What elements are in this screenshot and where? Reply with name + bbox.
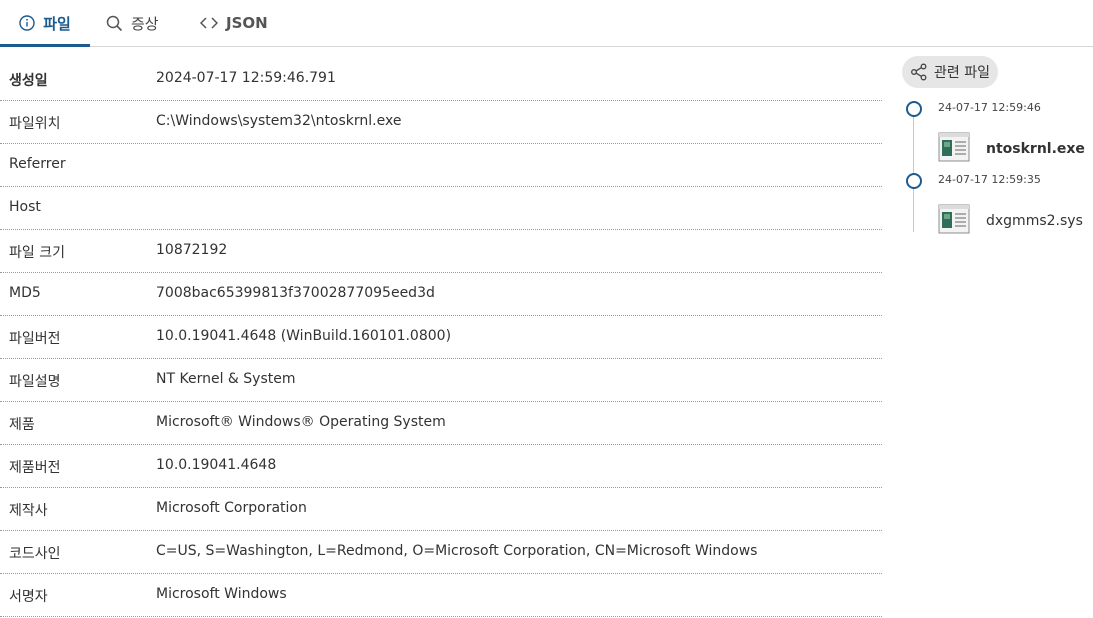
detail-value: C:\Windows\system32\ntoskrnl.exe bbox=[156, 113, 402, 129]
timeline-dot bbox=[906, 173, 922, 189]
tab-bar: 파일 증상 JSON bbox=[0, 0, 1093, 47]
related-files-button[interactable]: 관련 파일 bbox=[902, 56, 998, 88]
detail-value: Microsoft Windows bbox=[156, 586, 287, 602]
detail-value: Microsoft® Windows® Operating System bbox=[156, 414, 446, 430]
detail-label: 제작사 bbox=[9, 503, 48, 519]
detail-value: 10872192 bbox=[156, 242, 228, 258]
detail-label: 파일 크기 bbox=[9, 245, 65, 261]
share-icon bbox=[910, 63, 928, 81]
tab-json-label: JSON bbox=[226, 14, 268, 32]
detail-value: Microsoft Corporation bbox=[156, 500, 307, 516]
tab-json[interactable]: JSON bbox=[200, 0, 268, 46]
detail-row-file-version: 파일버전 10.0.19041.4648 (WinBuild.160101.08… bbox=[0, 316, 882, 359]
timeline-dot bbox=[906, 101, 922, 117]
timeline-line bbox=[913, 108, 914, 232]
window-file-icon bbox=[938, 204, 970, 238]
related-files-panel: 관련 파일 24-07-17 12:59:46 ntoskrnl.exe 24-… bbox=[902, 56, 1093, 256]
detail-label: 생성일 bbox=[9, 73, 48, 89]
detail-label: Host bbox=[9, 199, 41, 215]
related-file-item[interactable]: dxgmms2.sys bbox=[938, 204, 1083, 238]
detail-label: 파일버전 bbox=[9, 331, 61, 347]
detail-value: 10.0.19041.4648 bbox=[156, 457, 277, 473]
detail-value: 10.0.19041.4648 (WinBuild.160101.0800) bbox=[156, 328, 452, 344]
detail-value: NT Kernel & System bbox=[156, 371, 296, 387]
detail-row-host: Host bbox=[0, 187, 882, 230]
detail-label: 서명자 bbox=[9, 589, 48, 605]
detail-label: 파일설명 bbox=[9, 374, 61, 390]
detail-row-referrer: Referrer bbox=[0, 144, 882, 187]
detail-value: C=US, S=Washington, L=Redmond, O=Microso… bbox=[156, 543, 758, 559]
tab-file-label: 파일 bbox=[43, 14, 71, 33]
related-file-name: dxgmms2.sys bbox=[986, 213, 1083, 229]
info-icon bbox=[19, 15, 35, 31]
detail-label: MD5 bbox=[9, 285, 41, 301]
window-file-icon bbox=[938, 132, 970, 166]
detail-row-signer: 서명자 Microsoft Windows bbox=[0, 574, 882, 617]
tab-symptom[interactable]: 증상 bbox=[106, 0, 159, 46]
detail-row-company: 제작사 Microsoft Corporation bbox=[0, 488, 882, 531]
detail-row-location: 파일위치 C:\Windows\system32\ntoskrnl.exe bbox=[0, 101, 882, 144]
detail-label: 파일위치 bbox=[9, 116, 61, 132]
detail-row-size: 파일 크기 10872192 bbox=[0, 230, 882, 273]
detail-label: Referrer bbox=[9, 156, 66, 172]
detail-row-md5: MD5 7008bac65399813f37002877095eed3d bbox=[0, 273, 882, 316]
related-file-name: ntoskrnl.exe bbox=[986, 141, 1085, 157]
detail-row-description: 파일설명 NT Kernel & System bbox=[0, 359, 882, 402]
detail-label: 코드사인 bbox=[9, 546, 61, 562]
timeline-date: 24-07-17 12:59:35 bbox=[938, 173, 1041, 186]
detail-row-created: 생성일 2024-07-17 12:59:46.791 bbox=[0, 58, 882, 101]
detail-label: 제품버전 bbox=[9, 460, 61, 476]
search-icon bbox=[106, 15, 123, 32]
code-icon bbox=[200, 16, 218, 30]
tab-symptom-label: 증상 bbox=[131, 14, 159, 33]
detail-row-product-version: 제품버전 10.0.19041.4648 bbox=[0, 445, 882, 488]
timeline-date: 24-07-17 12:59:46 bbox=[938, 101, 1041, 114]
detail-value: 2024-07-17 12:59:46.791 bbox=[156, 70, 336, 86]
tab-file[interactable]: 파일 bbox=[0, 0, 90, 47]
detail-value: 7008bac65399813f37002877095eed3d bbox=[156, 285, 435, 301]
related-file-item[interactable]: ntoskrnl.exe bbox=[938, 132, 1085, 166]
detail-label: 제품 bbox=[9, 417, 35, 433]
detail-row-product: 제품 Microsoft® Windows® Operating System bbox=[0, 402, 882, 445]
detail-row-code-sign: 코드사인 C=US, S=Washington, L=Redmond, O=Mi… bbox=[0, 531, 882, 574]
related-files-label: 관련 파일 bbox=[934, 65, 990, 81]
file-details-table: 생성일 2024-07-17 12:59:46.791 파일위치 C:\Wind… bbox=[0, 58, 882, 617]
